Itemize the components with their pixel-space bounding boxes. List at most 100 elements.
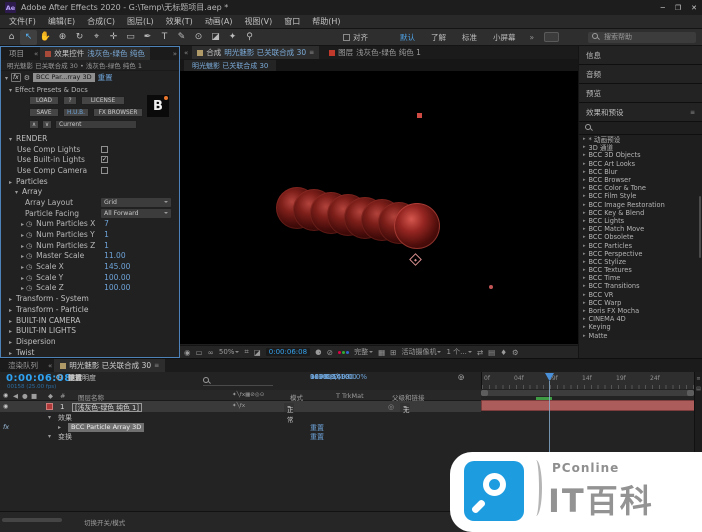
twirl-right-icon[interactable]: [9, 337, 12, 346]
time-ruler[interactable]: 0f04f09f14f19f24f: [481, 372, 694, 389]
collapse-chevron-icon[interactable]: «: [32, 50, 40, 58]
viewer-tab[interactable]: 明光魅影 已关联合成 30: [184, 60, 276, 71]
eye-icon[interactable]: ◉: [3, 403, 8, 410]
roto-brush-tool[interactable]: ✦: [224, 30, 241, 45]
twirl-right-icon[interactable]: [21, 241, 24, 250]
transparency-grid-icon[interactable]: ⊞: [390, 348, 396, 357]
stopwatch-icon[interactable]: [26, 273, 32, 282]
pixel-aspect-icon[interactable]: ⇄: [477, 348, 483, 357]
save-button[interactable]: SAVE: [29, 108, 59, 117]
tab-composition[interactable]: 合成 明光魅影 已关联合成 30 ≡: [192, 46, 319, 59]
resolution-dropdown[interactable]: 完整: [354, 347, 373, 357]
puppet-pin-tool[interactable]: ⚲: [241, 30, 258, 45]
trkmat-column[interactable]: T TrkMat: [336, 392, 364, 400]
composition-viewport[interactable]: [180, 71, 578, 344]
effect-category[interactable]: BCC Lights: [579, 217, 702, 225]
twirl-right-icon[interactable]: [9, 177, 12, 186]
region-of-interest-icon[interactable]: ▦: [378, 348, 385, 357]
layer-name[interactable]: [浅灰色-绿色 纯色 1]: [72, 403, 142, 412]
effect-category[interactable]: BCC Textures: [579, 266, 702, 274]
show-snapshot-icon[interactable]: ⊘: [327, 348, 333, 357]
effect-category[interactable]: BCC Key & Blend: [579, 209, 702, 217]
workspace-small-screen[interactable]: 小屏幕: [485, 32, 524, 43]
preset-next-button[interactable]: ∨: [42, 120, 52, 129]
effect-category[interactable]: BCC Particles: [579, 241, 702, 249]
particle-facing-dropdown[interactable]: All Forward: [101, 209, 171, 218]
effect-category[interactable]: Boris FX Mocha: [579, 307, 702, 315]
effect-item-row[interactable]: fx BCC Particle Array 3D 重置: [0, 422, 481, 432]
twirl-right-icon[interactable]: [21, 262, 24, 271]
tab-timeline-comp[interactable]: 明光魅影 已关联合成 30 ≡: [54, 359, 165, 372]
tab-effect-controls[interactable]: 效果控件 浅灰色-绿色 纯色: [40, 47, 150, 60]
twirl-right-icon[interactable]: [9, 348, 12, 357]
workspace-default[interactable]: 默认: [392, 32, 423, 43]
tab-audio[interactable]: 音频: [579, 65, 702, 84]
menu-item[interactable]: 帮助(H): [306, 16, 346, 27]
property-value[interactable]: 100%: [310, 373, 330, 381]
menu-item[interactable]: 图层(L): [121, 16, 160, 27]
effect-category[interactable]: BCC Time: [579, 274, 702, 282]
transform-reset-link[interactable]: 重置: [310, 432, 324, 442]
menu-item[interactable]: 编辑(E): [42, 16, 81, 27]
hand-tool[interactable]: ✋: [37, 30, 54, 45]
workspace-learn[interactable]: 了解: [423, 32, 454, 43]
home-icon[interactable]: ⌂: [3, 30, 20, 45]
twirl-down-icon[interactable]: [5, 73, 8, 82]
menu-item[interactable]: 合成(C): [81, 16, 121, 27]
effect-category[interactable]: BCC Art Looks: [579, 160, 702, 168]
array-group-label[interactable]: Array: [22, 187, 42, 196]
fast-preview-icon[interactable]: ▤: [488, 348, 495, 357]
menu-item[interactable]: 视图(V): [239, 16, 279, 27]
twirl-down-icon[interactable]: [15, 187, 18, 196]
param-checkbox[interactable]: [101, 146, 108, 153]
param-group-label[interactable]: Transform - System: [16, 294, 89, 303]
menu-item[interactable]: 窗口: [278, 16, 306, 27]
stopwatch-icon[interactable]: [26, 219, 32, 228]
param-checkbox[interactable]: [101, 167, 108, 174]
fx-badge-icon[interactable]: fx: [3, 423, 9, 431]
effect-category[interactable]: Keying: [579, 323, 702, 331]
workspace-standard[interactable]: 标准: [454, 32, 485, 43]
twirl-down-icon[interactable]: [9, 86, 12, 94]
help-button[interactable]: ?: [63, 96, 77, 105]
camera-tool[interactable]: ⌖: [88, 30, 105, 45]
menu-item[interactable]: 动画(A): [199, 16, 239, 27]
twirl-right-icon[interactable]: [21, 251, 24, 260]
stopwatch-icon[interactable]: [26, 262, 32, 271]
minimize-button[interactable]: ─: [661, 4, 665, 12]
preset-name-field[interactable]: Current: [55, 120, 137, 129]
orbit-tool[interactable]: ↻: [71, 30, 88, 45]
text-tool[interactable]: T: [156, 30, 173, 45]
layer-duration-bar[interactable]: [481, 400, 695, 411]
timeline-button-icon[interactable]: ♦: [500, 348, 507, 357]
help-search-input[interactable]: 搜索帮助: [588, 32, 696, 43]
twirl-right-icon[interactable]: [21, 230, 24, 239]
param-group-label[interactable]: BUILT-IN CAMERA: [16, 316, 80, 325]
twirl-right-icon[interactable]: [9, 326, 12, 335]
effects-search-input[interactable]: [579, 122, 702, 135]
effect-category[interactable]: BCC Stylize: [579, 258, 702, 266]
panel-menu-icon[interactable]: ≡: [154, 362, 159, 369]
stopwatch-icon[interactable]: [56, 373, 62, 381]
twirl-right-icon[interactable]: [21, 273, 24, 282]
toggle-switches-label[interactable]: 切换开关/模式: [84, 517, 125, 527]
always-preview-icon[interactable]: ◉: [184, 348, 191, 357]
eraser-tool[interactable]: ◪: [207, 30, 224, 45]
fx-browser-button[interactable]: FX BROWSER: [93, 108, 143, 117]
twirl-right-icon[interactable]: [9, 316, 12, 325]
effect-category[interactable]: BCC Match Move: [579, 225, 702, 233]
main-viewer-icon[interactable]: ▭: [196, 348, 203, 357]
effect-category[interactable]: BCC Transitions: [579, 282, 702, 290]
stopwatch-icon[interactable]: [26, 283, 32, 292]
transform-group-row[interactable]: 变换 重置: [0, 431, 481, 441]
close-button[interactable]: ✕: [691, 4, 697, 12]
effect-name[interactable]: BCC Par...rray 3D: [33, 73, 95, 82]
twirl-right-icon[interactable]: [21, 283, 24, 292]
camera-dropdown[interactable]: 活动摄像机: [401, 347, 441, 357]
pickwhip-icon[interactable]: [458, 373, 464, 381]
view-layout-dropdown[interactable]: 1 个...: [446, 347, 471, 357]
clone-stamp-tool[interactable]: ⊙: [190, 30, 207, 45]
load-button[interactable]: LOAD: [29, 96, 59, 105]
effect-category[interactable]: Matte: [579, 332, 702, 340]
channels-icon[interactable]: [338, 351, 349, 354]
